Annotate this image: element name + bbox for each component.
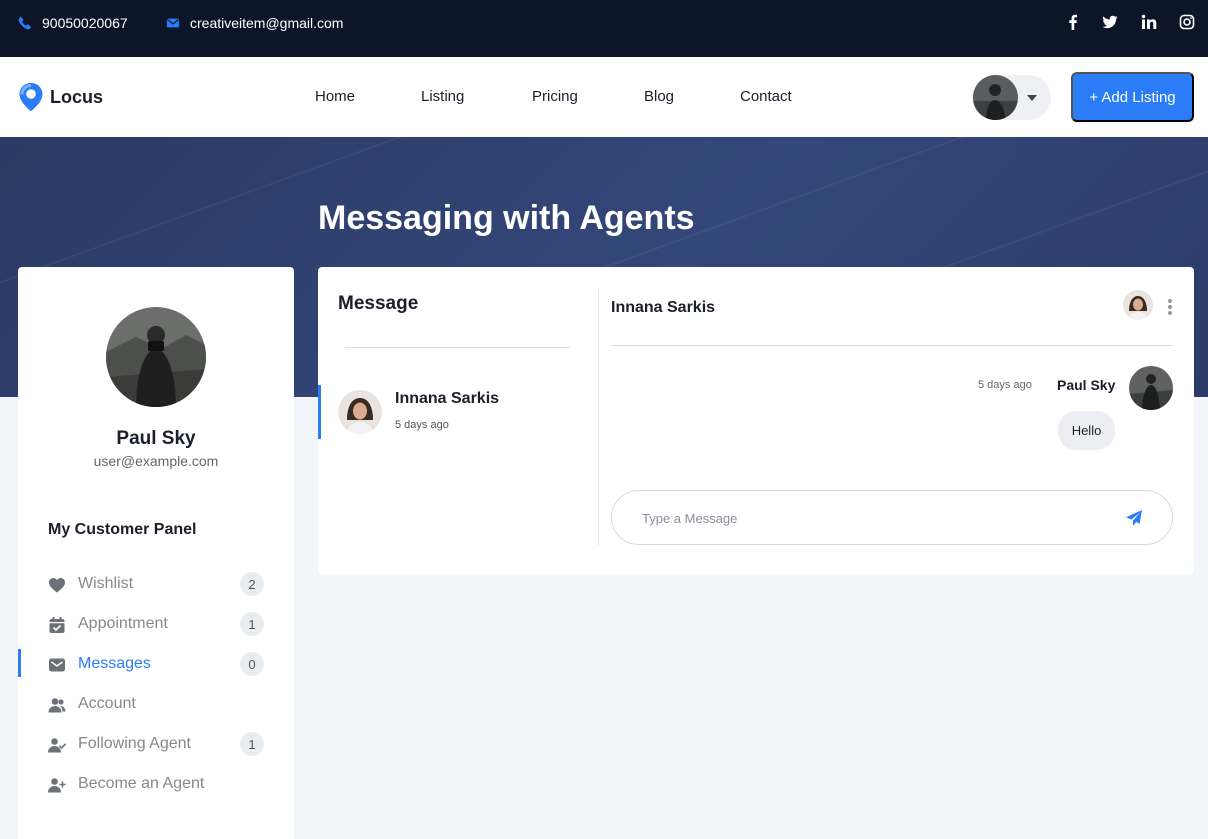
chevron-down-icon	[1027, 95, 1037, 101]
facebook-icon[interactable]	[1064, 13, 1082, 31]
active-indicator	[318, 385, 321, 439]
add-listing-button[interactable]: + Add Listing	[1071, 72, 1194, 122]
profile-avatar	[106, 307, 206, 407]
count-badge: 1	[240, 612, 264, 636]
user-check-icon	[48, 738, 66, 753]
user-menu[interactable]	[972, 75, 1051, 120]
page-title: Messaging with Agents	[318, 199, 695, 237]
active-indicator	[18, 649, 21, 677]
divider	[598, 289, 599, 545]
message-bubble: Hello	[1058, 411, 1115, 450]
linkedin-icon[interactable]	[1140, 13, 1158, 31]
logo[interactable]: Locus	[18, 82, 103, 112]
message-input[interactable]	[642, 508, 1112, 528]
sidebar-item-label: Appointment	[78, 615, 168, 632]
contact-phone[interactable]: 90050020067	[18, 15, 128, 31]
calendar-icon	[49, 617, 65, 633]
conversation-name: Innana Sarkis	[395, 390, 500, 407]
count-badge: 1	[240, 732, 264, 756]
sidebar-item-label: Following Agent	[78, 735, 191, 752]
more-options-icon[interactable]	[1168, 299, 1172, 315]
nav-pricing[interactable]: Pricing	[532, 88, 578, 105]
sidebar-item-become-agent[interactable]: Become an Agent	[18, 769, 294, 799]
email-address: creativeitem@gmail.com	[190, 15, 344, 31]
nav-listing[interactable]: Listing	[421, 88, 464, 105]
twitter-icon[interactable]	[1101, 13, 1119, 31]
profile-email: user@example.com	[93, 453, 219, 469]
envelope-icon	[166, 18, 180, 28]
divider	[611, 345, 1173, 346]
sidebar-item-account[interactable]: Account	[18, 689, 294, 719]
instagram-icon[interactable]	[1178, 13, 1196, 31]
messages-heading: Message	[338, 293, 419, 314]
heart-icon	[49, 578, 65, 593]
envelope-icon	[49, 658, 65, 672]
message-composer	[611, 490, 1173, 545]
avatar	[1123, 290, 1153, 320]
messages-card: Message Innana Sarkis 5 days ago Innana …	[318, 267, 1194, 575]
top-bar: 90050020067 creativeitem@gmail.com	[0, 0, 1208, 57]
sidebar-item-appointment[interactable]: Appointment 1	[18, 609, 294, 639]
chat-contact-name: Innana Sarkis	[611, 299, 716, 316]
profile-name: Paul Sky	[116, 428, 196, 449]
phone-number: 90050020067	[42, 15, 128, 31]
contact-email[interactable]: creativeitem@gmail.com	[166, 15, 343, 31]
user-plus-icon	[48, 778, 66, 793]
nav-home[interactable]: Home	[315, 88, 355, 105]
sidebar-item-label: Become an Agent	[78, 775, 205, 792]
panel-title: My Customer Panel	[48, 521, 197, 538]
avatar	[338, 390, 382, 434]
phone-icon	[18, 16, 31, 30]
message-time: 5 days ago	[978, 379, 1032, 391]
customer-sidebar: Paul Sky user@example.com My Customer Pa…	[18, 267, 294, 839]
sidebar-item-messages[interactable]: Messages 0	[18, 649, 294, 679]
logo-text: Locus	[50, 86, 104, 107]
sidebar-item-label: Wishlist	[78, 575, 134, 592]
location-pin-icon	[19, 83, 43, 111]
avatar	[973, 75, 1018, 120]
nav-blog[interactable]: Blog	[644, 88, 674, 105]
sidebar-item-following-agent[interactable]: Following Agent 1	[18, 729, 294, 759]
send-icon[interactable]	[1125, 509, 1143, 527]
divider	[345, 347, 570, 348]
count-badge: 2	[240, 572, 264, 596]
avatar	[1129, 366, 1173, 410]
sidebar-item-label: Messages	[78, 655, 151, 672]
message-sender: Paul Sky	[1057, 377, 1116, 393]
nav-contact[interactable]: Contact	[740, 88, 792, 105]
conversation-item[interactable]: Innana Sarkis 5 days ago	[318, 385, 598, 439]
users-icon	[48, 698, 66, 713]
sidebar-item-wishlist[interactable]: Wishlist 2	[18, 569, 294, 599]
sidebar-item-label: Account	[78, 695, 136, 712]
conversation-time: 5 days ago	[395, 419, 449, 431]
main-nav: Locus Home Listing Pricing Blog Contact …	[0, 57, 1208, 137]
count-badge: 0	[240, 652, 264, 676]
